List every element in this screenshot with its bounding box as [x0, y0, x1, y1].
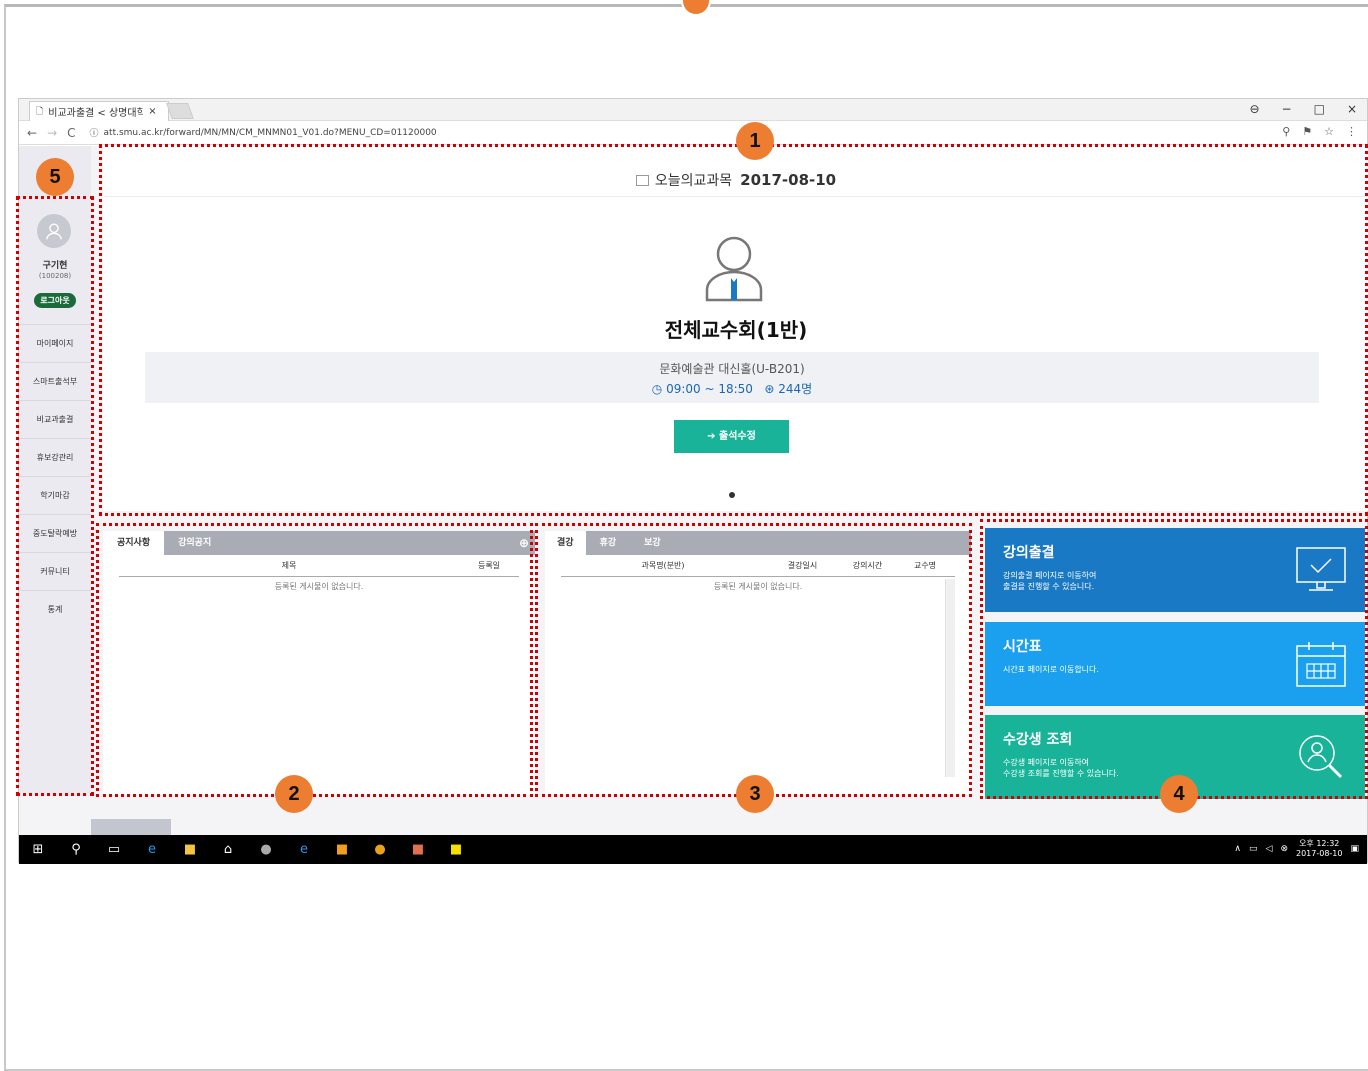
tab-bar: 🗋 비교과출결 < 상명대학교 × ⊖ − □ × [19, 99, 1367, 121]
media-icon[interactable]: ● [259, 842, 273, 857]
menu-icon[interactable]: ⋮ [1346, 125, 1357, 138]
address-bar: ← → C ⓘ att.smu.ac.kr/forward/MN/MN/CM_M… [19, 121, 1367, 145]
star-icon[interactable]: ☆ [1324, 125, 1334, 138]
zoom-icon[interactable]: ⚲ [1282, 125, 1290, 138]
tab-close-icon[interactable]: × [148, 106, 156, 117]
folder-icon[interactable]: ■ [183, 842, 197, 857]
network-icon[interactable]: ▭ [1249, 844, 1258, 854]
window-controls: ⊖ − □ × [1249, 102, 1357, 116]
annotation-number-4: 4 [1160, 775, 1198, 813]
chevron-up-icon[interactable]: ∧ [1234, 844, 1241, 854]
kakaotalk-icon[interactable]: ■ [449, 842, 463, 857]
notification-icon[interactable]: ▣ [1350, 844, 1359, 854]
annotation-box-5 [16, 196, 94, 796]
info-icon[interactable]: ⓘ [90, 126, 99, 139]
clock-time: 오후 12:32 [1299, 839, 1340, 848]
status-icon[interactable]: ⊗ [1280, 844, 1288, 854]
annotation-number-1: 1 [736, 122, 774, 160]
windows-start-icon[interactable]: ⊞ [31, 842, 45, 857]
profile-icon[interactable]: ⊖ [1249, 102, 1259, 116]
reload-icon[interactable]: C [67, 126, 75, 140]
minimize-button[interactable]: − [1282, 102, 1292, 116]
annotation-box-1 [99, 144, 1368, 516]
system-tray: ∧ ▭ ◁ ⊗ 오후 12:32 2017-08-10 ▣ [1234, 839, 1359, 859]
task-view-icon[interactable]: ▭ [107, 842, 121, 857]
store-icon[interactable]: ⌂ [221, 842, 235, 857]
url-field[interactable]: ⓘ att.smu.ac.kr/forward/MN/MN/CM_MNMN01_… [90, 126, 437, 140]
restore-button[interactable]: □ [1314, 102, 1325, 116]
outlook-icon[interactable]: ■ [335, 842, 349, 857]
clock[interactable]: 오후 12:32 2017-08-10 [1296, 839, 1343, 859]
search-icon[interactable]: ⚲ [69, 842, 83, 857]
ie-icon[interactable]: e [297, 842, 311, 857]
annotation-box-3 [535, 523, 972, 797]
forward-icon[interactable]: → [47, 126, 57, 140]
close-button[interactable]: × [1347, 102, 1357, 116]
pin-icon[interactable]: ⚑ [1302, 125, 1312, 138]
browser-tab[interactable]: 🗋 비교과출결 < 상명대학교 × [29, 101, 169, 121]
new-tab-button[interactable] [166, 103, 194, 119]
volume-icon[interactable]: ◁ [1266, 844, 1273, 854]
url-text: att.smu.ac.kr/forward/MN/MN/CM_MNMN01_V0… [103, 127, 437, 138]
annotation-number-3: 3 [736, 775, 774, 813]
edge-icon[interactable]: e [145, 842, 159, 857]
chrome-icon[interactable]: ● [373, 842, 387, 857]
annotation-number-2: 2 [275, 775, 313, 813]
powerpoint-icon[interactable]: ■ [411, 842, 425, 857]
back-icon[interactable]: ← [27, 126, 37, 140]
annotation-number-5: 5 [36, 158, 74, 196]
annotation-box-2 [96, 523, 533, 797]
annotation-box-4 [980, 519, 1368, 799]
bottom-bar [91, 819, 171, 835]
clock-date: 2017-08-10 [1295, 849, 1343, 858]
taskbar: ⊞ ⚲ ▭ e ■ ⌂ ● e ■ ● ■ ■ ∧ ▭ ◁ ⊗ 오후 12:32… [19, 835, 1367, 864]
page-icon: 🗋 [36, 106, 44, 117]
tab-title: 비교과출결 < 상명대학교 [48, 108, 144, 119]
